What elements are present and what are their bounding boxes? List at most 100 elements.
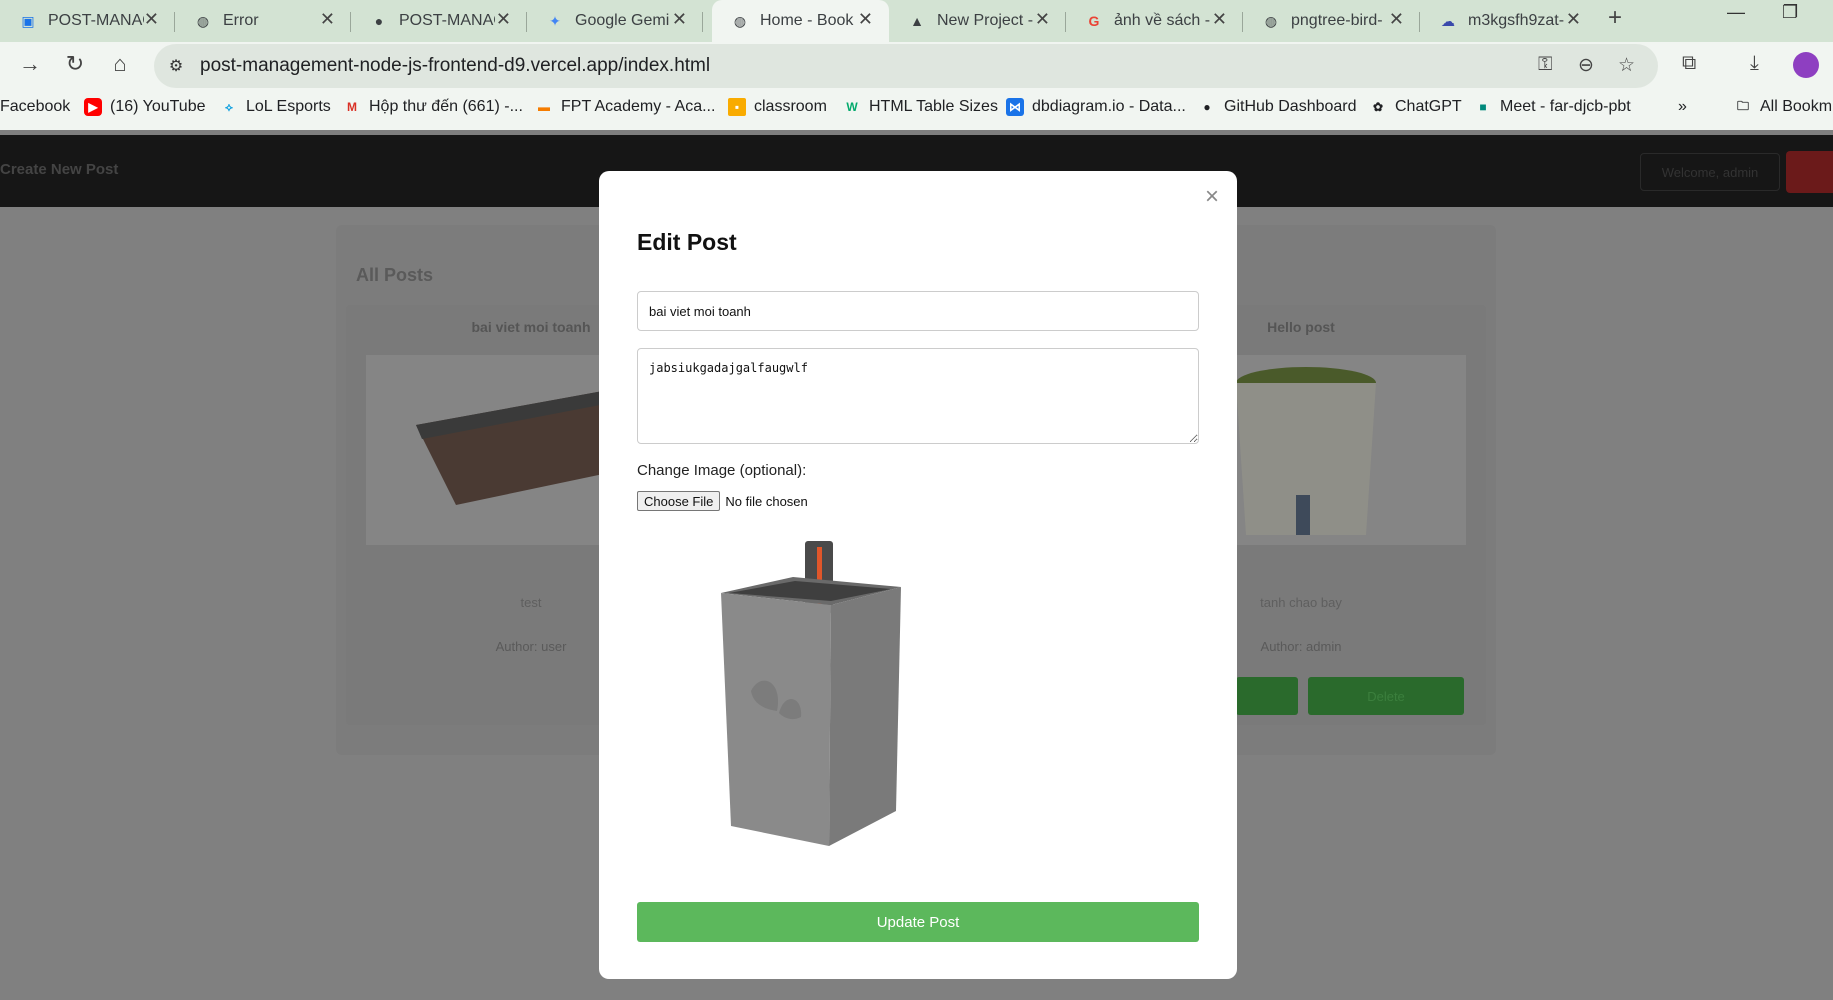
- bookmark-classroom[interactable]: ▪ classroom: [728, 98, 827, 116]
- bookmark-label: classroom: [754, 98, 827, 115]
- bookmark-label: ChatGPT: [1395, 98, 1462, 115]
- tab-error[interactable]: ◍ Error ✕: [175, 0, 351, 42]
- close-icon[interactable]: ✕: [1566, 9, 1581, 30]
- bookmark-label: LoL Esports: [246, 98, 331, 115]
- choose-file-button[interactable]: Choose File: [637, 491, 721, 511]
- welcome-badge: Welcome, admin: [1640, 153, 1780, 191]
- tab-google-gemini[interactable]: ✦ Google Gemi ✕: [527, 0, 703, 42]
- tab-post-management-2[interactable]: ● POST-MANAG ✕: [351, 0, 527, 42]
- tab-title: ảnh về sách -: [1114, 12, 1210, 29]
- download-icon[interactable]: ⤓: [1750, 52, 1759, 75]
- more-bookmarks-chevron-icon[interactable]: »: [1678, 98, 1687, 116]
- new-tab-plus-icon[interactable]: +: [1608, 4, 1622, 32]
- folder-icon: 🗀: [1736, 98, 1749, 113]
- all-bookmarks-folder[interactable]: 🗀 All Bookm: [1734, 98, 1832, 116]
- bookmark-label: GitHub Dashboard: [1224, 98, 1357, 115]
- classroom-icon: ▪: [728, 98, 746, 116]
- bookmark-dbdiagram[interactable]: ⋈ dbdiagram.io - Data...: [1006, 98, 1186, 116]
- tab-cloud-image[interactable]: ☁ m3kgsfh9zat- ✕: [1420, 0, 1597, 42]
- bookmark-label: All Bookm: [1760, 98, 1833, 115]
- globe-icon: ◍: [1264, 12, 1278, 29]
- post-content-textarea[interactable]: jabsiukgadajgalfaugwlf: [637, 348, 1199, 444]
- address-bar[interactable]: ⚙ post-management-node-js-frontend-d9.ve…: [154, 44, 1658, 88]
- file-status-text: No file chosen: [725, 493, 808, 509]
- delete-post-button[interactable]: Delete: [1308, 677, 1464, 715]
- bookmark-star-icon[interactable]: ☆: [1618, 54, 1635, 77]
- github-icon: ●: [1203, 100, 1211, 114]
- bookmark-label: (16) YouTube: [110, 98, 206, 115]
- tab-title: New Project -: [937, 12, 1033, 29]
- zoom-icon[interactable]: ⊖: [1578, 54, 1594, 77]
- site-info-icon[interactable]: ⚙: [164, 54, 188, 78]
- gmail-icon: M: [347, 100, 357, 114]
- bookmark-github-dashboard[interactable]: ● GitHub Dashboard: [1198, 98, 1357, 116]
- bookmark-chatgpt[interactable]: ✿ ChatGPT: [1369, 98, 1462, 116]
- globe-icon: ◍: [733, 12, 747, 29]
- restore-icon[interactable]: ❐: [1782, 2, 1798, 23]
- modal-title: Edit Post: [637, 229, 737, 255]
- globe-icon: ◍: [196, 12, 210, 29]
- tab-title: POST-MANAG: [399, 12, 495, 29]
- forward-arrow-icon[interactable]: →: [10, 44, 50, 84]
- home-icon[interactable]: ⌂: [100, 44, 140, 84]
- edit-post-button[interactable]: [1236, 677, 1298, 715]
- bookmarks-bar: Facebook ▶ (16) YouTube ⟡ LoL Esports M …: [0, 90, 1833, 130]
- app-icon: ▣: [21, 12, 35, 29]
- close-modal-icon[interactable]: ×: [1205, 185, 1219, 209]
- close-icon[interactable]: ✕: [144, 9, 159, 30]
- bookmark-youtube[interactable]: ▶ (16) YouTube: [84, 98, 205, 116]
- close-icon[interactable]: ✕: [496, 9, 511, 30]
- create-post-link[interactable]: Create New Post: [0, 161, 118, 178]
- extensions-icon[interactable]: ⧉: [1682, 52, 1696, 75]
- bookmark-label: Facebook: [0, 98, 71, 115]
- tab-strip: ▣ POST-MANAG ✕ ◍ Error ✕ ● POST-MANAG ✕ …: [0, 0, 1833, 42]
- close-icon[interactable]: ✕: [858, 9, 873, 30]
- cloud-icon: ☁: [1441, 12, 1455, 29]
- image-preview: [711, 541, 911, 846]
- reload-icon[interactable]: ↻: [55, 44, 95, 84]
- tab-title: m3kgsfh9zat-: [1468, 12, 1564, 29]
- bookmark-label: dbdiagram.io - Data...: [1032, 98, 1186, 115]
- close-icon[interactable]: ✕: [1035, 9, 1050, 30]
- profile-avatar[interactable]: [1793, 52, 1819, 78]
- tab-home-active[interactable]: ◍ Home - Book ✕: [712, 0, 889, 42]
- tab-title: pngtree-bird-: [1291, 12, 1383, 29]
- minimize-icon[interactable]: —: [1727, 2, 1745, 23]
- tab-post-management-1[interactable]: ▣ POST-MANAG ✕: [0, 0, 175, 42]
- tab-title: Error: [223, 12, 259, 29]
- close-icon[interactable]: ✕: [1389, 9, 1404, 30]
- posts-heading: All Posts: [356, 265, 434, 285]
- tab-pngtree[interactable]: ◍ pngtree-bird- ✕: [1243, 0, 1420, 42]
- bookmark-gmail[interactable]: M Hộp thư đến (661) -...: [343, 98, 523, 116]
- chatgpt-icon: ✿: [1372, 100, 1384, 114]
- password-key-icon[interactable]: ⚿: [1538, 54, 1552, 76]
- bookmark-label: Hộp thư đến (661) -...: [369, 98, 523, 115]
- post-title-input[interactable]: [637, 291, 1199, 331]
- close-icon[interactable]: ✕: [1212, 9, 1227, 30]
- edit-post-modal: × Edit Post jabsiukgadajgalfaugwlf Chang…: [599, 171, 1237, 979]
- url-text[interactable]: post-management-node-js-frontend-d9.verc…: [200, 55, 710, 77]
- google-icon: G: [1088, 13, 1100, 29]
- bookmark-label: FPT Academy - Aca...: [561, 98, 716, 115]
- image-file-input[interactable]: Choose File No file chosen: [637, 491, 808, 511]
- bookmark-lol-esports[interactable]: ⟡ LoL Esports: [220, 98, 331, 116]
- browser-toolbar: → ↻ ⌂ ⚙ post-management-node-js-frontend…: [0, 42, 1833, 130]
- triangle-icon: ▲: [910, 13, 924, 29]
- tab-new-project[interactable]: ▲ New Project - ✕: [889, 0, 1066, 42]
- bookmark-html-table-sizes[interactable]: W HTML Table Sizes: [843, 98, 998, 116]
- bookmark-label: HTML Table Sizes: [869, 98, 998, 115]
- github-icon: ●: [374, 13, 384, 29]
- lol-esports-icon: ⟡: [225, 99, 233, 114]
- close-icon[interactable]: ✕: [672, 9, 687, 30]
- update-post-button[interactable]: Update Post: [637, 902, 1199, 942]
- tab-google-search[interactable]: G ảnh về sách - ✕: [1066, 0, 1243, 42]
- tab-title: POST-MANAG: [48, 12, 144, 29]
- dbdiagram-icon: ⋈: [1006, 98, 1024, 116]
- close-icon[interactable]: ✕: [320, 9, 335, 30]
- bookmark-facebook[interactable]: Facebook: [0, 98, 70, 116]
- logout-button[interactable]: [1786, 151, 1833, 193]
- tab-title: Google Gemi: [575, 12, 670, 29]
- bookmark-fpt-academy[interactable]: ▬ FPT Academy - Aca...: [535, 98, 715, 116]
- bookmark-label: Meet - far-djcb-pbt: [1500, 98, 1631, 115]
- bookmark-google-meet[interactable]: ■ Meet - far-djcb-pbt: [1474, 98, 1631, 116]
